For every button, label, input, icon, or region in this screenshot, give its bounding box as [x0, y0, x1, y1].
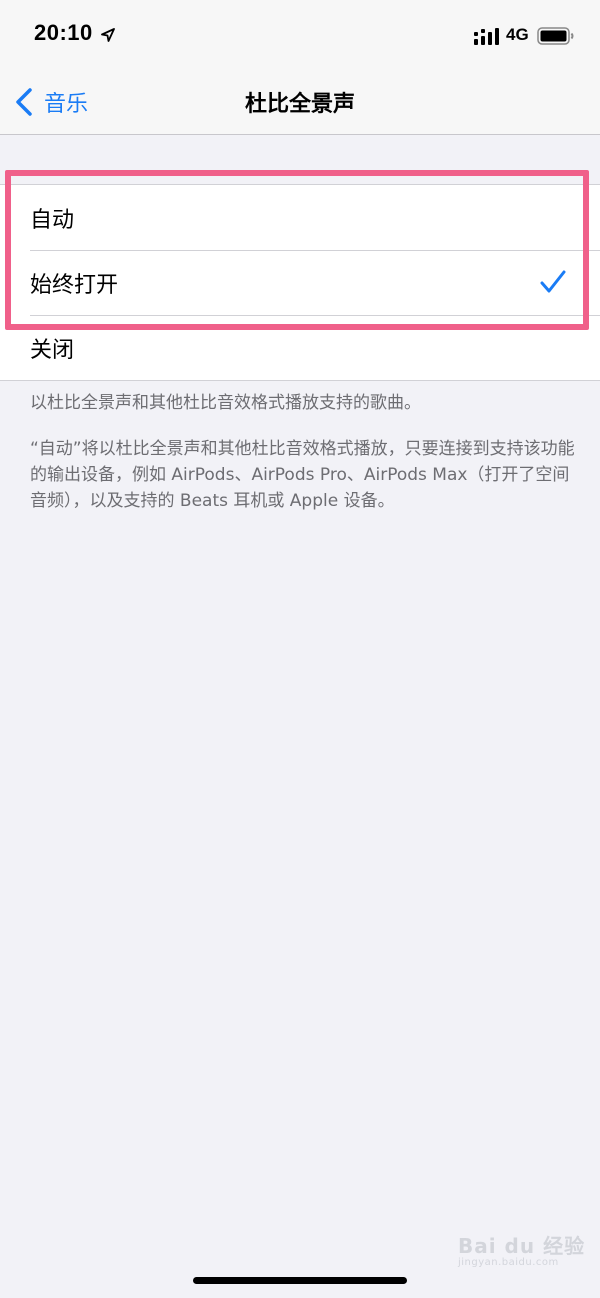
status-bar: 20:10 4G [0, 0, 600, 70]
page-title: 杜比全景声 [244, 92, 355, 117]
baidu-jingyan-watermark: Bai du 经验 jingyan.baidu.com [458, 1230, 585, 1268]
cellular-signal-icon [474, 28, 499, 45]
option-label: 自动 [30, 207, 75, 233]
network-type-label: 4G [506, 25, 529, 44]
navigation-bar: 音乐 杜比全景声 [0, 70, 600, 135]
watermark-text: Bai du 经验 [458, 1234, 586, 1258]
location-arrow-icon [101, 28, 115, 42]
checkmark-icon [540, 270, 566, 293]
footer-line-2: “自动”将以杜比全景声和其他杜比音效格式播放，只要连接到支持该功能的输出设备，例… [30, 439, 575, 511]
option-off[interactable]: 关闭 [0, 315, 600, 380]
footer-description: 以杜比全景声和其他杜比音效格式播放支持的歌曲。 “自动”将以杜比全景声和其他杜比… [30, 390, 575, 534]
option-always-on[interactable]: 始终打开 [0, 250, 600, 315]
option-auto[interactable]: 自动 [0, 185, 600, 250]
option-label: 始终打开 [30, 272, 119, 298]
battery-icon [537, 27, 574, 45]
dolby-atmos-options-list: 自动 始终打开 关闭 [0, 184, 600, 381]
footer-line-1: 以杜比全景声和其他杜比音效格式播放支持的歌曲。 [30, 393, 421, 413]
option-label: 关闭 [30, 337, 75, 363]
status-time: 20:10 [34, 20, 93, 45]
home-indicator[interactable] [193, 1277, 407, 1284]
